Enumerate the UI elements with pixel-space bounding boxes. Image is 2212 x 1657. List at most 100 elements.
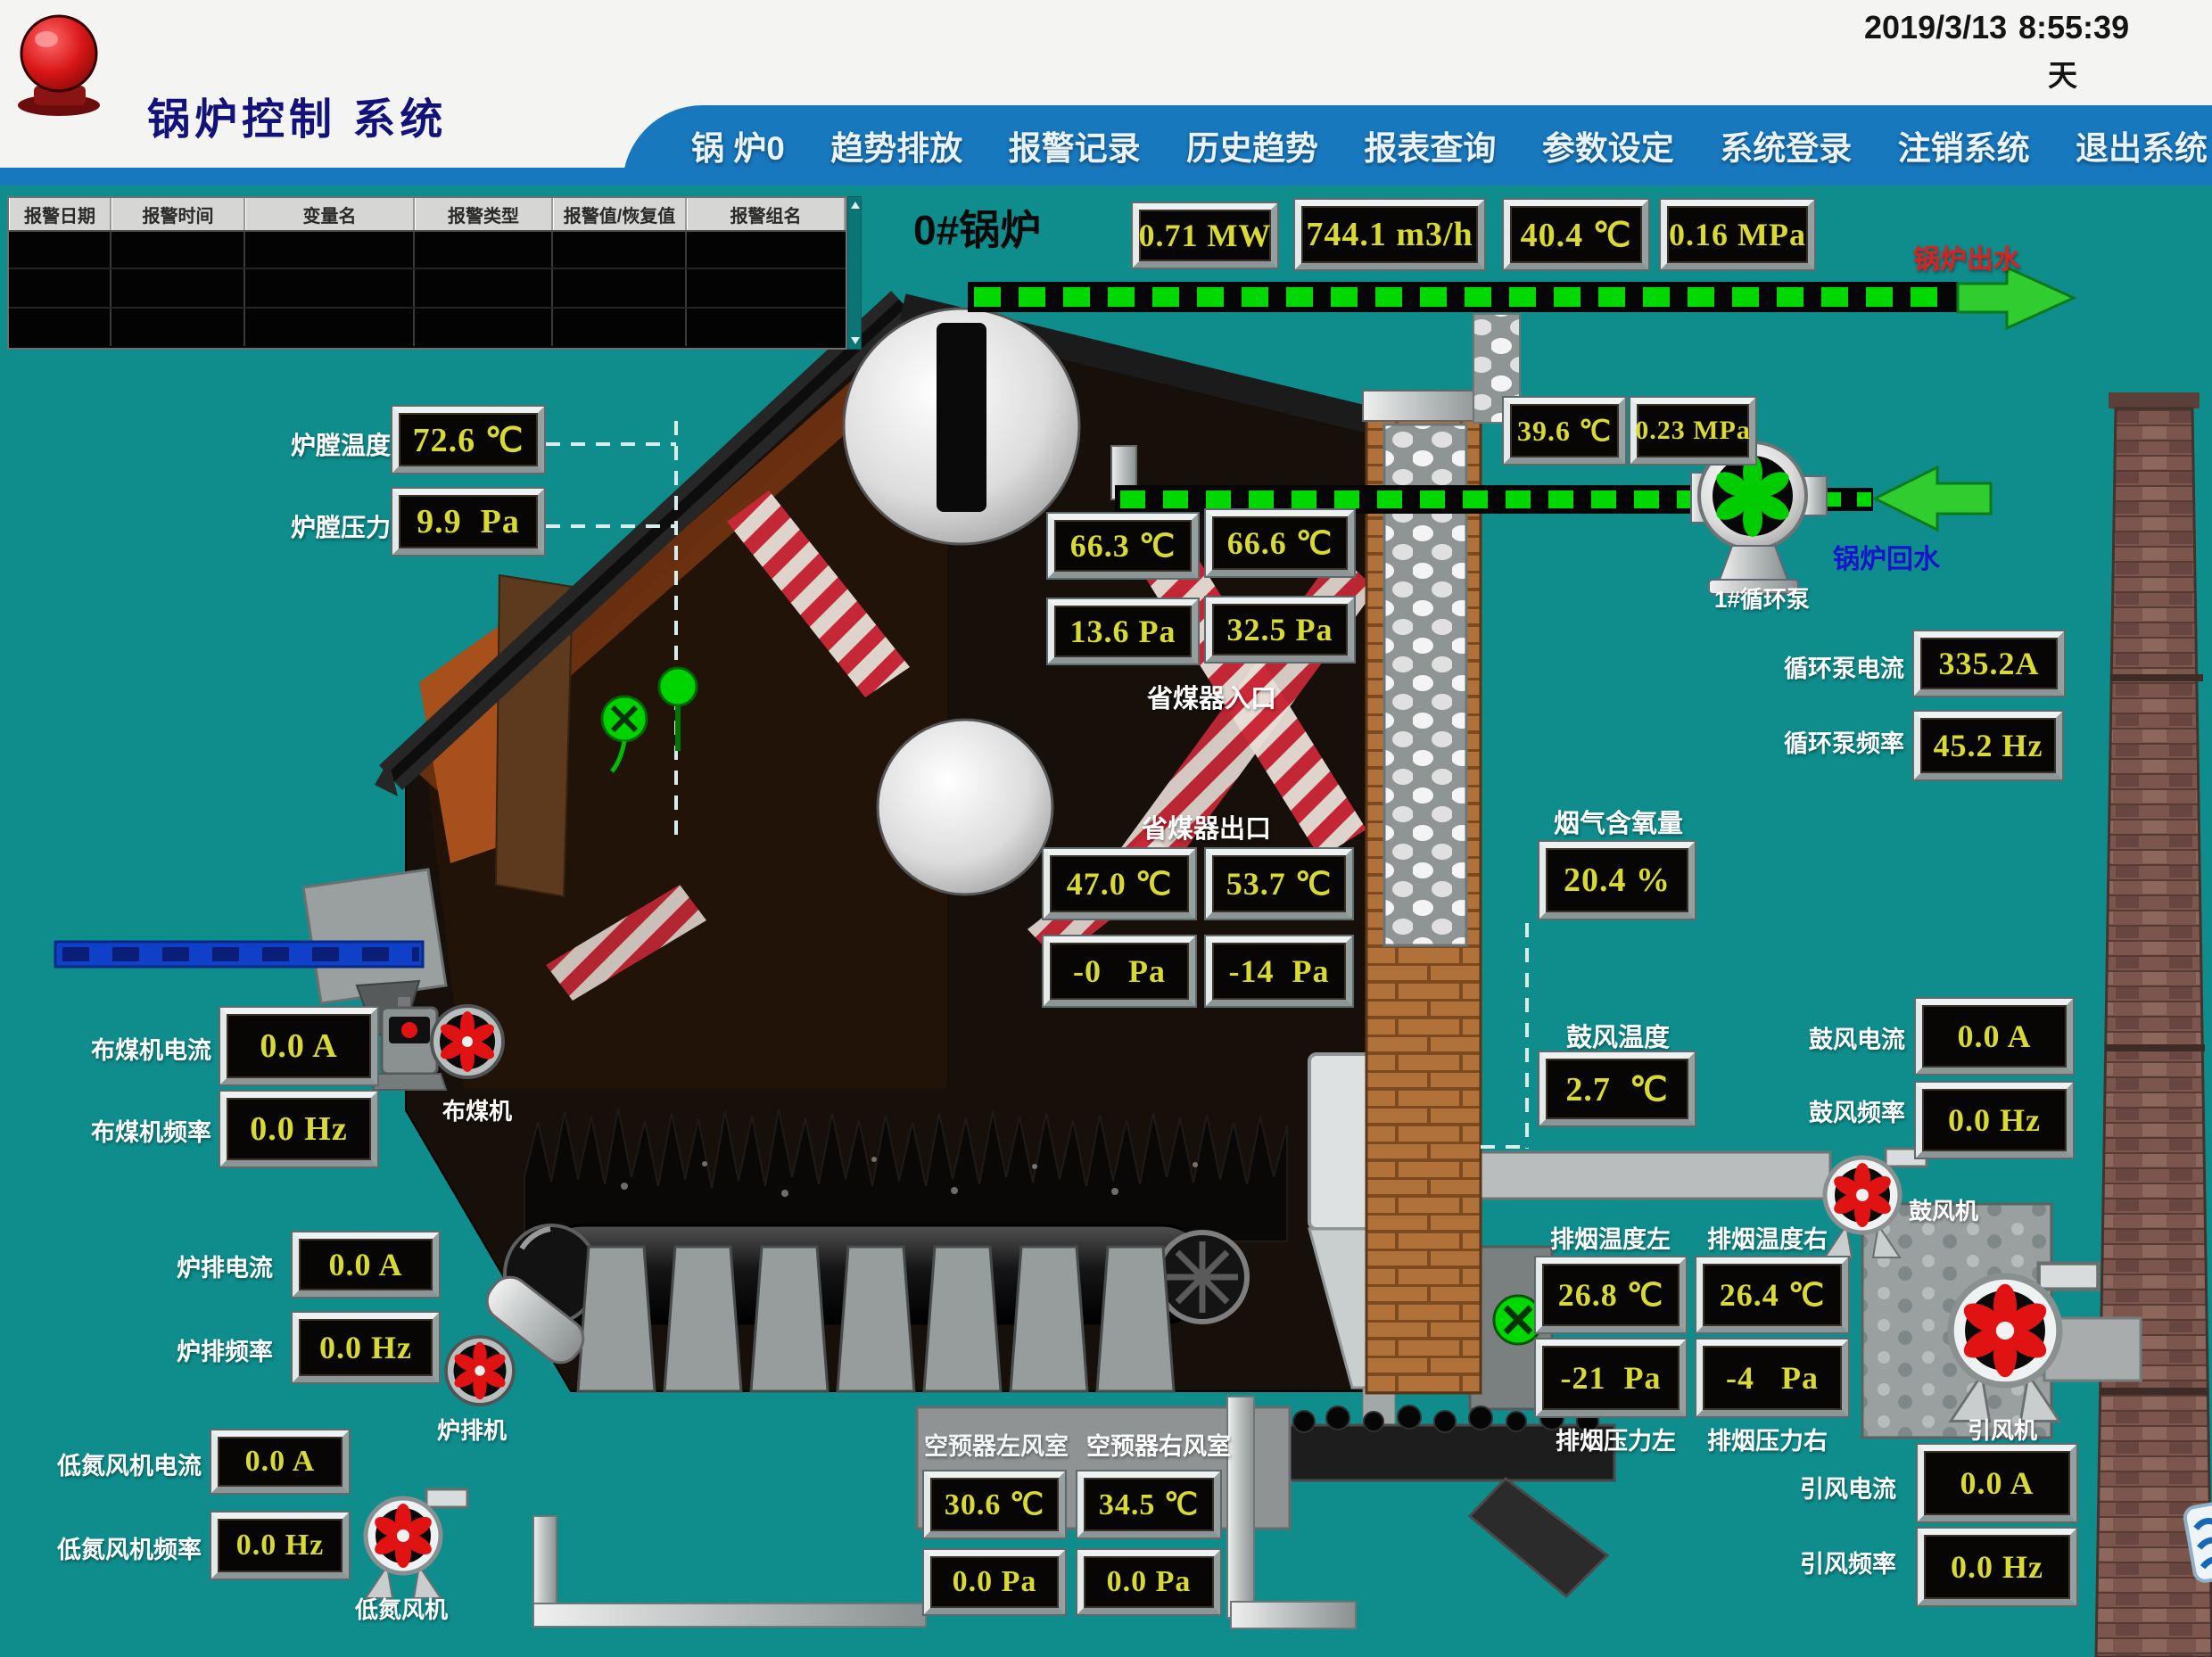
main-menu: 锅 炉0 趋势排放 报警记录 历史趋势 报表查询 参数设定 系统登录 注销系统 …: [691, 111, 2208, 180]
eco-inlet-label: 省煤器入口: [1147, 678, 1276, 715]
eco-outlet-press-left-display: -0 Pa: [1044, 936, 1195, 1006]
preheater-right-label: 空预器右风室: [1086, 1427, 1231, 1462]
low-nox-fan-icon[interactable]: [366, 1489, 467, 1598]
menu-item-boiler0[interactable]: 锅 炉0: [691, 121, 785, 169]
blast-air-duct: [1481, 1152, 1830, 1199]
lownox-current-label: 低氮风机电流: [57, 1447, 202, 1481]
alarm-lamp-icon: [18, 16, 100, 116]
coal-feeder-freq-label: 布煤机频率: [91, 1113, 211, 1148]
alarm-col-date: 报警日期: [9, 198, 111, 230]
outlet-water-label: 锅炉出水: [1913, 237, 2020, 276]
menu-item-trend-emission[interactable]: 趋势排放: [830, 121, 962, 169]
eco-outlet-temp-right-display: 53.7 ℃: [1206, 849, 1352, 919]
lownox-freq-label: 低氮风机频率: [57, 1530, 202, 1565]
blast-fan-label: 鼓风机: [1909, 1193, 1978, 1226]
coal-feeder-current-display: 0.0 A: [220, 1008, 377, 1084]
pump-current-label: 循环泵电流: [1784, 649, 1904, 684]
menu-item-parameter-setting[interactable]: 参数设定: [1542, 121, 1674, 169]
coal-feeder-fan-icon[interactable]: [432, 1006, 503, 1077]
induced-current-label: 引风电流: [1800, 1470, 1896, 1504]
eco-inlet-temp-left-display: 66.3 ℃: [1048, 514, 1198, 578]
flue-press-right-label: 排烟压力右: [1707, 1422, 1828, 1456]
furnace-temp-display: 72.6 ℃: [392, 407, 544, 473]
lownox-fan-label: 低氮风机: [355, 1592, 448, 1625]
eco-inlet-press-left-display: 13.6 Pa: [1048, 599, 1198, 664]
blast-current-label: 鼓风电流: [1809, 1020, 1905, 1055]
lownox-freq-display: 0.0 Hz: [211, 1513, 349, 1579]
grate-freq-display: 0.0 Hz: [293, 1313, 439, 1382]
flue-o2-label: 烟气含氧量: [1554, 803, 1683, 840]
alarm-table-scrollbar[interactable]: [847, 196, 862, 350]
menu-item-history-trend[interactable]: 历史趋势: [1186, 121, 1318, 169]
alarm-col-value: 报警值/恢复值: [553, 198, 687, 230]
outlet-power-display: 0.71 MW: [1133, 203, 1277, 268]
eco-outlet-temp-left-display: 47.0 ℃: [1044, 849, 1195, 919]
induced-current-display: 0.0 A: [1918, 1445, 2076, 1521]
scroll-down-icon[interactable]: [851, 337, 860, 344]
grate-machine-label: 炉排机: [437, 1413, 507, 1446]
furnace-temp-label: 炉膛温度: [291, 426, 391, 462]
scroll-up-icon[interactable]: [851, 202, 860, 209]
preheater-left-label: 空预器左风室: [924, 1427, 1069, 1462]
pump-current-display: 335.2A: [1914, 631, 2064, 696]
scada-screen: 锅炉控制 系统 2019/3/13 8:55:39 天: [0, 0, 2212, 1657]
pump-freq-display: 45.2 Hz: [1914, 712, 2062, 779]
grate-freq-label: 炉排频率: [177, 1332, 273, 1367]
circulation-pump-label: 1#循环泵: [1714, 581, 1810, 614]
blast-temp-label: 鼓风温度: [1566, 1017, 1670, 1054]
preheater-left-press-display: 0.0 Pa: [924, 1550, 1065, 1614]
flue-temp-left-label: 排烟温度左: [1550, 1220, 1671, 1255]
outlet-flow-display: 744.1 m3/h: [1295, 200, 1484, 269]
induced-freq-display: 0.0 Hz: [1918, 1529, 2076, 1605]
flue-press-right-display: -4 Pa: [1696, 1340, 1848, 1416]
coal-feed-pipe: [55, 942, 423, 967]
return-flow-arrow: [1875, 467, 1991, 530]
flue-o2-display: 20.4 %: [1539, 842, 1695, 919]
induced-fan-label: 引风机: [1968, 1413, 2037, 1446]
coal-feeder-current-label: 布煤机电流: [91, 1031, 211, 1066]
grate-fan-icon[interactable]: [446, 1337, 514, 1405]
menu-item-report-query[interactable]: 报表查询: [1364, 121, 1496, 169]
alarm-col-variable: 变量名: [245, 198, 415, 230]
menu-item-system-login[interactable]: 系统登录: [1720, 121, 1852, 169]
grate-current-label: 炉排电流: [177, 1249, 273, 1283]
preheater-right-press-display: 0.0 Pa: [1077, 1550, 1220, 1614]
eco-outlet-label: 省煤器出口: [1142, 808, 1271, 845]
outlet-temp-display: 40.4 ℃: [1504, 200, 1648, 269]
alarm-col-group: 报警组名: [687, 198, 846, 230]
blast-freq-display: 0.0 Hz: [1916, 1083, 2073, 1158]
grate-current-display: 0.0 A: [293, 1232, 439, 1297]
return-temp-display: 39.6 ℃: [1504, 398, 1625, 464]
preheater-left-temp-display: 30.6 ℃: [924, 1472, 1065, 1537]
preheater-right-temp-display: 34.5 ℃: [1077, 1472, 1220, 1537]
induced-freq-label: 引风频率: [1800, 1545, 1896, 1579]
flue-temp-left-display: 26.8 ℃: [1536, 1257, 1686, 1332]
eco-inlet-temp-right-display: 66.6 ℃: [1206, 510, 1354, 576]
blast-freq-label: 鼓风频率: [1809, 1093, 1905, 1128]
lownox-current-display: 0.0 A: [211, 1430, 349, 1493]
boiler-title: 0#锅炉: [913, 198, 1041, 257]
outlet-flow-arrow: [1958, 268, 2074, 328]
alarm-table[interactable]: 报警日期 报警时间 变量名 报警类型 报警值/恢复值 报警组名: [7, 196, 847, 350]
eco-inlet-press-right-display: 32.5 Pa: [1206, 598, 1354, 662]
coal-feeder-freq-display: 0.0 Hz: [220, 1092, 377, 1166]
flue-temp-right-display: 26.4 ℃: [1696, 1257, 1848, 1332]
circulation-pump-icon[interactable]: [1691, 442, 1827, 594]
blast-temp-display: 2.7 ℃: [1539, 1052, 1695, 1125]
chimney: [2096, 392, 2212, 1657]
menu-item-exit[interactable]: 退出系统: [2076, 121, 2208, 169]
economizer-cap: [1363, 391, 1488, 421]
menu-item-logout[interactable]: 注销系统: [1898, 121, 2030, 169]
eco-outlet-press-right-display: -14 Pa: [1206, 936, 1352, 1006]
return-water-label: 锅炉回水: [1833, 537, 1940, 576]
furnace-pressure-display: 9.9 Pa: [392, 489, 544, 555]
flue-press-left-label: 排烟压力左: [1556, 1422, 1676, 1456]
blast-current-display: 0.0 A: [1916, 999, 2073, 1074]
outlet-pressure-display: 0.16 MPa: [1661, 200, 1814, 269]
menu-item-alarm-record[interactable]: 报警记录: [1009, 121, 1141, 169]
coal-feeder-label: 布煤机: [442, 1093, 512, 1126]
pump-freq-label: 循环泵频率: [1784, 724, 1904, 759]
flue-press-left-display: -21 Pa: [1536, 1340, 1686, 1416]
return-pressure-display: 0.23 MPa: [1630, 398, 1755, 464]
flue-temp-right-label: 排烟温度右: [1707, 1220, 1828, 1255]
